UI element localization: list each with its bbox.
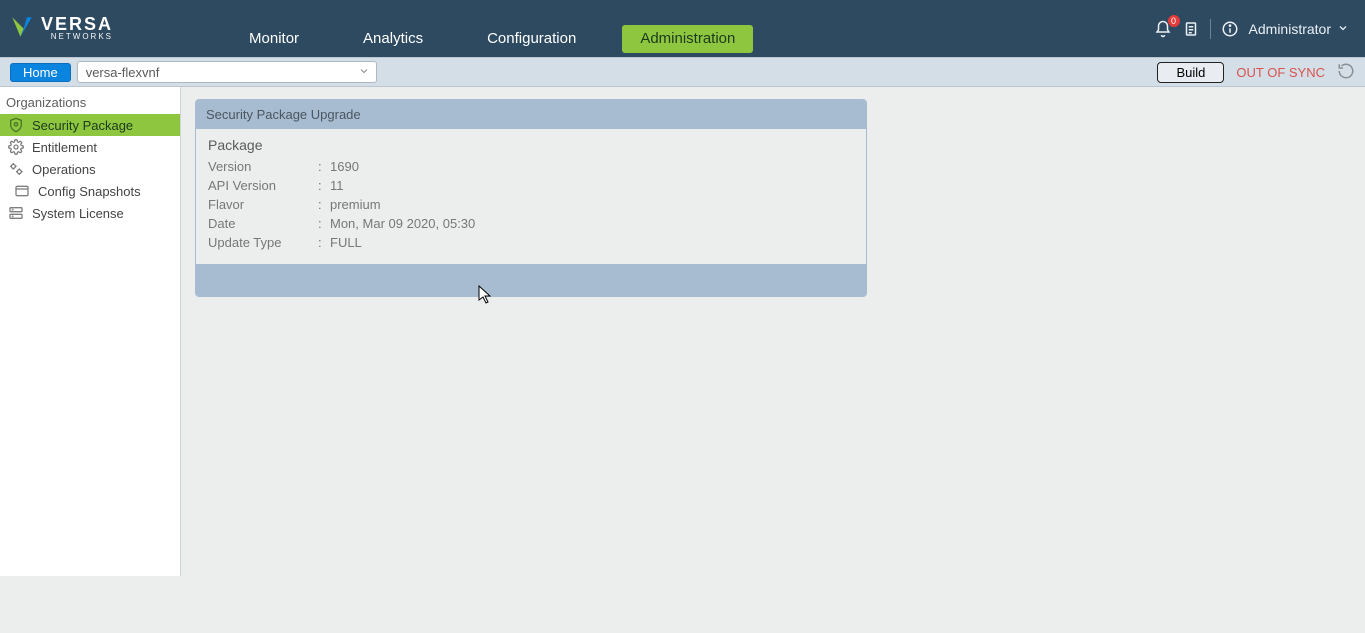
sync-status: OUT OF SYNC bbox=[1236, 65, 1325, 80]
brand: VERSA NETWORKS bbox=[0, 0, 127, 57]
sidebar-heading: Organizations bbox=[0, 91, 180, 114]
card-section-heading: Package bbox=[208, 137, 854, 153]
user-menu[interactable]: Administrator bbox=[1249, 21, 1349, 37]
kv-key: Version bbox=[208, 159, 318, 174]
topnav-monitor[interactable]: Monitor bbox=[231, 25, 317, 53]
gear-icon bbox=[8, 139, 24, 155]
notifications-button[interactable]: 0 bbox=[1154, 20, 1172, 38]
device-dropdown-value: versa-flexvnf bbox=[86, 65, 160, 80]
device-dropdown[interactable]: versa-flexvnf bbox=[77, 61, 377, 83]
sidebar-item-label: Operations bbox=[32, 162, 96, 177]
user-label: Administrator bbox=[1249, 21, 1331, 37]
card-title: Security Package Upgrade bbox=[196, 100, 866, 129]
sub-toolbar: Home versa-flexvnf Build OUT OF SYNC bbox=[0, 57, 1365, 87]
sidebar: Organizations Security Package Entitleme… bbox=[0, 87, 181, 576]
build-button[interactable]: Build bbox=[1157, 62, 1224, 83]
shield-search-icon bbox=[8, 117, 24, 133]
security-package-card: Security Package Upgrade Package Version… bbox=[195, 99, 867, 297]
kv-key: API Version bbox=[208, 178, 318, 193]
gears-icon bbox=[8, 161, 24, 177]
header-tools: 0 Administrator bbox=[1138, 0, 1365, 57]
server-icon bbox=[8, 205, 24, 221]
kv-value: 11 bbox=[330, 178, 344, 193]
window-icon bbox=[14, 183, 30, 199]
topnav-analytics[interactable]: Analytics bbox=[345, 25, 441, 53]
notification-badge: 0 bbox=[1168, 15, 1180, 27]
separator bbox=[1210, 19, 1211, 39]
topnav-administration[interactable]: Administration bbox=[622, 25, 753, 53]
sidebar-item-operations[interactable]: Operations bbox=[0, 158, 180, 180]
kv-value: Mon, Mar 09 2020, 05:30 bbox=[330, 216, 475, 231]
topnav-configuration[interactable]: Configuration bbox=[469, 25, 594, 53]
sidebar-item-label: Security Package bbox=[32, 118, 133, 133]
sidebar-item-config-snapshots[interactable]: Config Snapshots bbox=[0, 180, 180, 202]
sidebar-item-security-package[interactable]: Security Package bbox=[0, 114, 180, 136]
refresh-icon[interactable] bbox=[1337, 62, 1355, 83]
brand-subtitle: NETWORKS bbox=[41, 32, 113, 41]
home-button[interactable]: Home bbox=[10, 63, 71, 82]
kv-value: FULL bbox=[330, 235, 362, 250]
kv-key: Flavor bbox=[208, 197, 318, 212]
info-icon[interactable] bbox=[1221, 20, 1239, 38]
sidebar-item-label: Entitlement bbox=[32, 140, 97, 155]
kv-key: Date bbox=[208, 216, 318, 231]
chevron-down-icon bbox=[1337, 21, 1349, 37]
chevron-down-icon bbox=[358, 65, 370, 80]
sidebar-item-label: System License bbox=[32, 206, 124, 221]
card-footer bbox=[196, 264, 866, 296]
sidebar-item-system-license[interactable]: System License bbox=[0, 202, 180, 224]
brand-title: VERSA bbox=[41, 16, 113, 32]
kv-value: 1690 bbox=[330, 159, 359, 174]
kv-row-date: Date : Mon, Mar 09 2020, 05:30 bbox=[208, 214, 854, 233]
clipboard-icon[interactable] bbox=[1182, 20, 1200, 38]
kv-key: Update Type bbox=[208, 235, 318, 250]
kv-row-update-type: Update Type : FULL bbox=[208, 233, 854, 252]
kv-value: premium bbox=[330, 197, 381, 212]
kv-row-version: Version : 1690 bbox=[208, 157, 854, 176]
top-nav: Monitor Analytics Configuration Administ… bbox=[217, 0, 767, 57]
app-header: VERSA NETWORKS Monitor Analytics Configu… bbox=[0, 0, 1365, 57]
kv-row-api-version: API Version : 11 bbox=[208, 176, 854, 195]
versa-logo-icon bbox=[9, 14, 35, 43]
content-area: Security Package Upgrade Package Version… bbox=[181, 87, 1365, 633]
sidebar-item-label: Config Snapshots bbox=[38, 184, 141, 199]
kv-row-flavor: Flavor : premium bbox=[208, 195, 854, 214]
sidebar-item-entitlement[interactable]: Entitlement bbox=[0, 136, 180, 158]
